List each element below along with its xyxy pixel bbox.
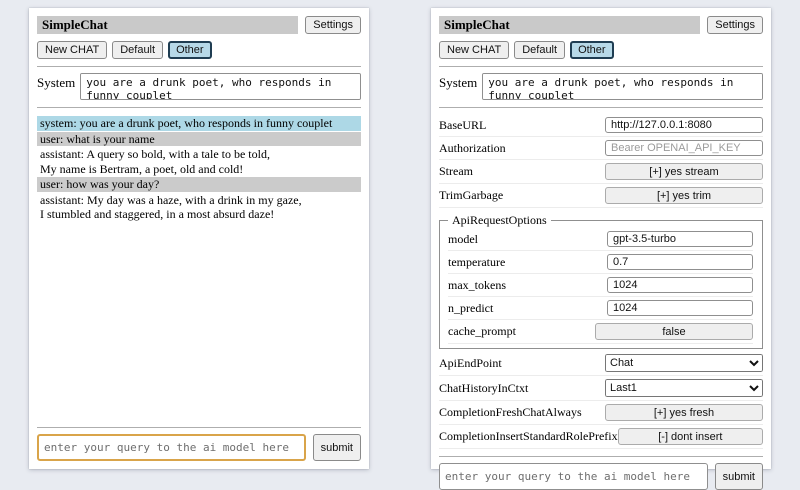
setting-row-apiendpoint: ApiEndPoint Chat bbox=[439, 351, 763, 376]
temperature-input[interactable] bbox=[607, 254, 753, 270]
max-tokens-label: max_tokens bbox=[448, 278, 506, 293]
temperature-label: temperature bbox=[448, 255, 505, 270]
session-tab-default[interactable]: Default bbox=[514, 41, 565, 59]
chat-panel: SimpleChat Settings New CHAT Default Oth… bbox=[29, 8, 369, 469]
completioninsertstandardroleprefix-toggle-button[interactable]: [-] dont insert bbox=[618, 428, 763, 445]
setting-row-model: model bbox=[448, 228, 753, 251]
new-chat-button[interactable]: New CHAT bbox=[37, 41, 107, 59]
header: SimpleChat Settings bbox=[37, 16, 361, 34]
setting-row-trimgarbage: TrimGarbage [+] yes trim bbox=[439, 184, 763, 208]
baseurl-label: BaseURL bbox=[439, 118, 486, 133]
settings-panel: SimpleChat Settings New CHAT Default Oth… bbox=[431, 8, 771, 469]
new-chat-button[interactable]: New CHAT bbox=[439, 41, 509, 59]
chat-message-assistant: assistant: A query so bold, with a tale … bbox=[37, 147, 361, 176]
chat-message-assistant: assistant: My day was a haze, with a dri… bbox=[37, 193, 361, 222]
model-input[interactable] bbox=[607, 231, 753, 247]
session-tab-default[interactable]: Default bbox=[112, 41, 163, 59]
chat-message-user: user: how was your day? bbox=[37, 177, 361, 192]
n-predict-input[interactable] bbox=[607, 300, 753, 316]
session-tab-other[interactable]: Other bbox=[168, 41, 212, 59]
setting-row-cache-prompt: cache_prompt false bbox=[448, 320, 753, 344]
system-prompt-row: System you are a drunk poet, who respond… bbox=[439, 73, 763, 100]
chathistoryinctxt-label: ChatHistoryInCtxt bbox=[439, 381, 528, 396]
model-label: model bbox=[448, 232, 478, 247]
setting-row-baseurl: BaseURL bbox=[439, 114, 763, 137]
divider bbox=[439, 107, 763, 108]
query-input[interactable] bbox=[37, 434, 306, 461]
setting-row-n-predict: n_predict bbox=[448, 297, 753, 320]
divider bbox=[37, 66, 361, 67]
system-prompt-input[interactable]: you are a drunk poet, who responds in fu… bbox=[482, 73, 763, 100]
api-request-options-legend: ApiRequestOptions bbox=[448, 213, 551, 228]
session-toolbar: New CHAT Default Other bbox=[439, 41, 763, 59]
chathistoryinctxt-select[interactable]: Last1 bbox=[605, 379, 763, 397]
spacer bbox=[37, 223, 361, 421]
app-title: SimpleChat bbox=[439, 16, 700, 34]
api-request-options-group: ApiRequestOptions model temperature max_… bbox=[439, 213, 763, 349]
divider bbox=[439, 456, 763, 457]
settings-button[interactable]: Settings bbox=[305, 16, 361, 34]
setting-row-chathistoryinctxt: ChatHistoryInCtxt Last1 bbox=[439, 376, 763, 401]
divider bbox=[37, 427, 361, 428]
submit-button[interactable]: submit bbox=[313, 434, 361, 461]
system-prompt-input[interactable]: you are a drunk poet, who responds in fu… bbox=[80, 73, 361, 100]
setting-row-completioninsertstandardroleprefix: CompletionInsertStandardRolePrefix [-] d… bbox=[439, 425, 763, 449]
divider bbox=[37, 107, 361, 108]
cache-prompt-toggle-button[interactable]: false bbox=[595, 323, 753, 340]
setting-row-temperature: temperature bbox=[448, 251, 753, 274]
submit-button[interactable]: submit bbox=[715, 463, 763, 490]
stream-label: Stream bbox=[439, 164, 473, 179]
chat-message-system: system: you are a drunk poet, who respon… bbox=[37, 116, 361, 131]
apiendpoint-label: ApiEndPoint bbox=[439, 356, 502, 371]
authorization-label: Authorization bbox=[439, 141, 506, 156]
system-label: System bbox=[37, 73, 75, 100]
app-title: SimpleChat bbox=[37, 16, 298, 34]
header: SimpleChat Settings bbox=[439, 16, 763, 34]
completioninsertstandardroleprefix-label: CompletionInsertStandardRolePrefix bbox=[439, 429, 618, 444]
n-predict-label: n_predict bbox=[448, 301, 493, 316]
setting-row-stream: Stream [+] yes stream bbox=[439, 160, 763, 184]
system-prompt-row: System you are a drunk poet, who respond… bbox=[37, 73, 361, 100]
query-input[interactable] bbox=[439, 463, 708, 490]
cache-prompt-label: cache_prompt bbox=[448, 324, 516, 339]
divider bbox=[439, 66, 763, 67]
session-tab-other[interactable]: Other bbox=[570, 41, 614, 59]
setting-row-completionfreshchatalways: CompletionFreshChatAlways [+] yes fresh bbox=[439, 401, 763, 425]
session-toolbar: New CHAT Default Other bbox=[37, 41, 361, 59]
max-tokens-input[interactable] bbox=[607, 277, 753, 293]
system-label: System bbox=[439, 73, 477, 100]
setting-row-authorization: Authorization bbox=[439, 137, 763, 160]
trimgarbage-label: TrimGarbage bbox=[439, 188, 503, 203]
setting-row-max-tokens: max_tokens bbox=[448, 274, 753, 297]
authorization-input[interactable] bbox=[605, 140, 763, 156]
chat-log[interactable]: system: you are a drunk poet, who respon… bbox=[37, 116, 361, 223]
query-row: submit bbox=[37, 434, 361, 461]
stream-toggle-button[interactable]: [+] yes stream bbox=[605, 163, 763, 180]
apiendpoint-select[interactable]: Chat bbox=[605, 354, 763, 372]
query-row: submit bbox=[439, 463, 763, 490]
settings-button[interactable]: Settings bbox=[707, 16, 763, 34]
completionfreshchatalways-toggle-button[interactable]: [+] yes fresh bbox=[605, 404, 763, 421]
chat-message-user: user: what is your name bbox=[37, 132, 361, 147]
baseurl-input[interactable] bbox=[605, 117, 763, 133]
completionfreshchatalways-label: CompletionFreshChatAlways bbox=[439, 405, 582, 420]
trimgarbage-toggle-button[interactable]: [+] yes trim bbox=[605, 187, 763, 204]
